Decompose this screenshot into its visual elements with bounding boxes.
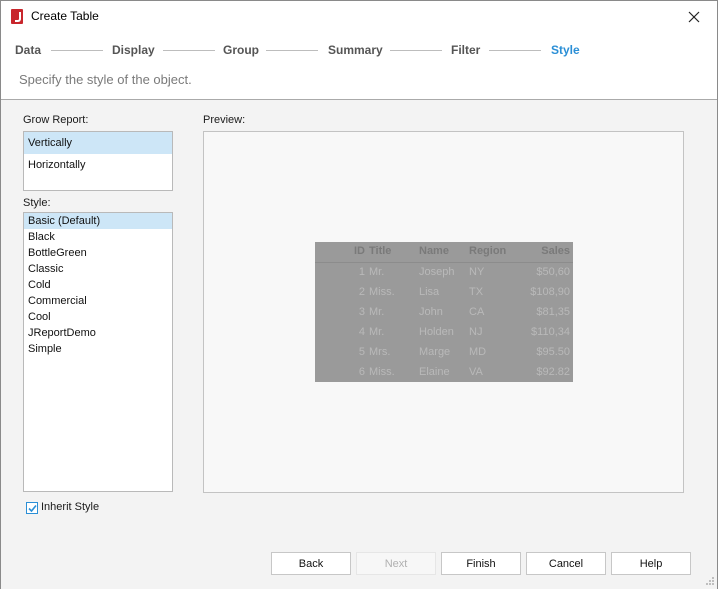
preview-cell-region: TX — [469, 286, 484, 298]
style-option-bottlegreen[interactable]: BottleGreen — [24, 245, 172, 261]
create-table-dialog: Create Table Data Display Group Summary … — [0, 0, 718, 589]
preview-cell-name: Marge — [419, 346, 451, 358]
preview-cell-title: Mr. — [369, 266, 385, 278]
grow-option-vertically[interactable]: Vertically — [24, 132, 172, 154]
grow-option-horizontally[interactable]: Horizontally — [24, 154, 172, 176]
style-option-simple[interactable]: Simple — [24, 341, 172, 357]
preview-cell-title: Mrs. — [369, 346, 391, 358]
help-button[interactable]: Help — [611, 552, 691, 575]
window-title: Create Table — [31, 9, 99, 23]
style-option-jreportdemo[interactable]: JReportDemo — [24, 325, 172, 341]
preview-table: ID Title Name Region Sales 1 Mr. Joseph … — [315, 242, 573, 382]
close-button[interactable] — [671, 1, 717, 32]
title-bar: Create Table — [1, 1, 717, 32]
step-connector — [163, 50, 215, 51]
checkmark-icon — [28, 504, 37, 513]
step-description: Specify the style of the object. — [19, 72, 192, 87]
step-data[interactable]: Data — [15, 43, 41, 57]
style-option-commercial[interactable]: Commercial — [24, 293, 172, 309]
preview-cell-sales: $110,34 — [531, 326, 570, 338]
next-button[interactable]: Next — [356, 552, 436, 575]
finish-button[interactable]: Finish — [441, 552, 521, 575]
grow-report-list[interactable]: Vertically Horizontally — [23, 131, 173, 191]
style-option-classic[interactable]: Classic — [24, 261, 172, 277]
cancel-button[interactable]: Cancel — [526, 552, 606, 575]
preview-row: 6 Miss. Elaine VA $92.82 — [315, 362, 573, 382]
step-filter[interactable]: Filter — [451, 43, 480, 57]
preview-cell-region: CA — [469, 306, 485, 318]
preview-header-row: ID Title Name Region Sales — [315, 242, 573, 262]
style-option-basic[interactable]: Basic (Default) — [24, 213, 172, 229]
resize-grip-icon[interactable] — [705, 576, 715, 586]
step-style[interactable]: Style — [551, 43, 580, 57]
back-button[interactable]: Back — [271, 552, 351, 575]
preview-cell-id: 3 — [358, 306, 365, 318]
style-option-cool[interactable]: Cool — [24, 309, 172, 325]
preview-row: 1 Mr. Joseph NY $50,60 — [315, 262, 573, 282]
inherit-style-label: Inherit Style — [41, 501, 100, 513]
style-list[interactable]: Basic (Default) Black BottleGreen Classi… — [23, 212, 173, 492]
preview-cell-title: Mr. — [369, 306, 385, 318]
preview-label: Preview: — [203, 114, 246, 126]
preview-cell-region: VA — [469, 366, 483, 378]
wizard-steps: Data Display Group Summary Filter Style — [1, 32, 717, 68]
style-option-black[interactable]: Black — [24, 229, 172, 245]
step-display[interactable]: Display — [112, 43, 155, 57]
inherit-style-checkbox[interactable] — [26, 502, 38, 514]
preview-cell-sales: $92.82 — [536, 366, 570, 378]
preview-cell-sales: $50,60 — [536, 266, 570, 278]
preview-cell-sales: $108,90 — [530, 286, 570, 298]
preview-cell-sales: $81,35 — [536, 306, 570, 318]
style-label: Style: — [23, 197, 51, 209]
preview-cell-id: 4 — [358, 326, 365, 338]
preview-cell-name: Holden — [419, 326, 454, 338]
style-option-cold[interactable]: Cold — [24, 277, 172, 293]
preview-cell-name: Joseph — [419, 266, 455, 278]
preview-row: 3 Mr. John CA $81,35 — [315, 302, 573, 322]
preview-cell-name: John — [419, 306, 443, 318]
step-connector — [489, 50, 541, 51]
preview-cell-id: 2 — [358, 286, 365, 298]
preview-row: 4 Mr. Holden NJ $110,34 — [315, 322, 573, 342]
preview-cell-region: NJ — [469, 326, 483, 338]
preview-row: 5 Mrs. Marge MD $95.50 — [315, 342, 573, 362]
app-logo-icon — [11, 9, 23, 24]
preview-cell-region: NY — [469, 266, 485, 278]
preview-header-title: Title — [369, 245, 392, 257]
preview-cell-region: MD — [469, 346, 487, 358]
grow-report-label: Grow Report: — [23, 114, 89, 126]
preview-cell-id: 5 — [358, 346, 365, 358]
preview-cell-sales: $95.50 — [536, 346, 570, 358]
preview-cell-id: 1 — [358, 266, 365, 278]
preview-header-name: Name — [419, 245, 449, 257]
step-summary[interactable]: Summary — [328, 43, 383, 57]
step-group[interactable]: Group — [223, 43, 259, 57]
preview-header-region: Region — [469, 245, 507, 257]
preview-cell-name: Lisa — [419, 286, 440, 298]
preview-header-sales: Sales — [541, 245, 570, 257]
close-icon — [688, 11, 700, 22]
step-connector — [390, 50, 442, 51]
step-connector — [51, 50, 103, 51]
preview-cell-title: Mr. — [369, 326, 385, 338]
preview-cell-id: 6 — [358, 366, 365, 378]
preview-cell-title: Miss. — [369, 286, 395, 298]
preview-header-id: ID — [354, 245, 365, 257]
step-connector — [266, 50, 318, 51]
preview-row: 2 Miss. Lisa TX $108,90 — [315, 282, 573, 302]
preview-cell-title: Miss. — [369, 366, 395, 378]
preview-cell-name: Elaine — [419, 366, 450, 378]
